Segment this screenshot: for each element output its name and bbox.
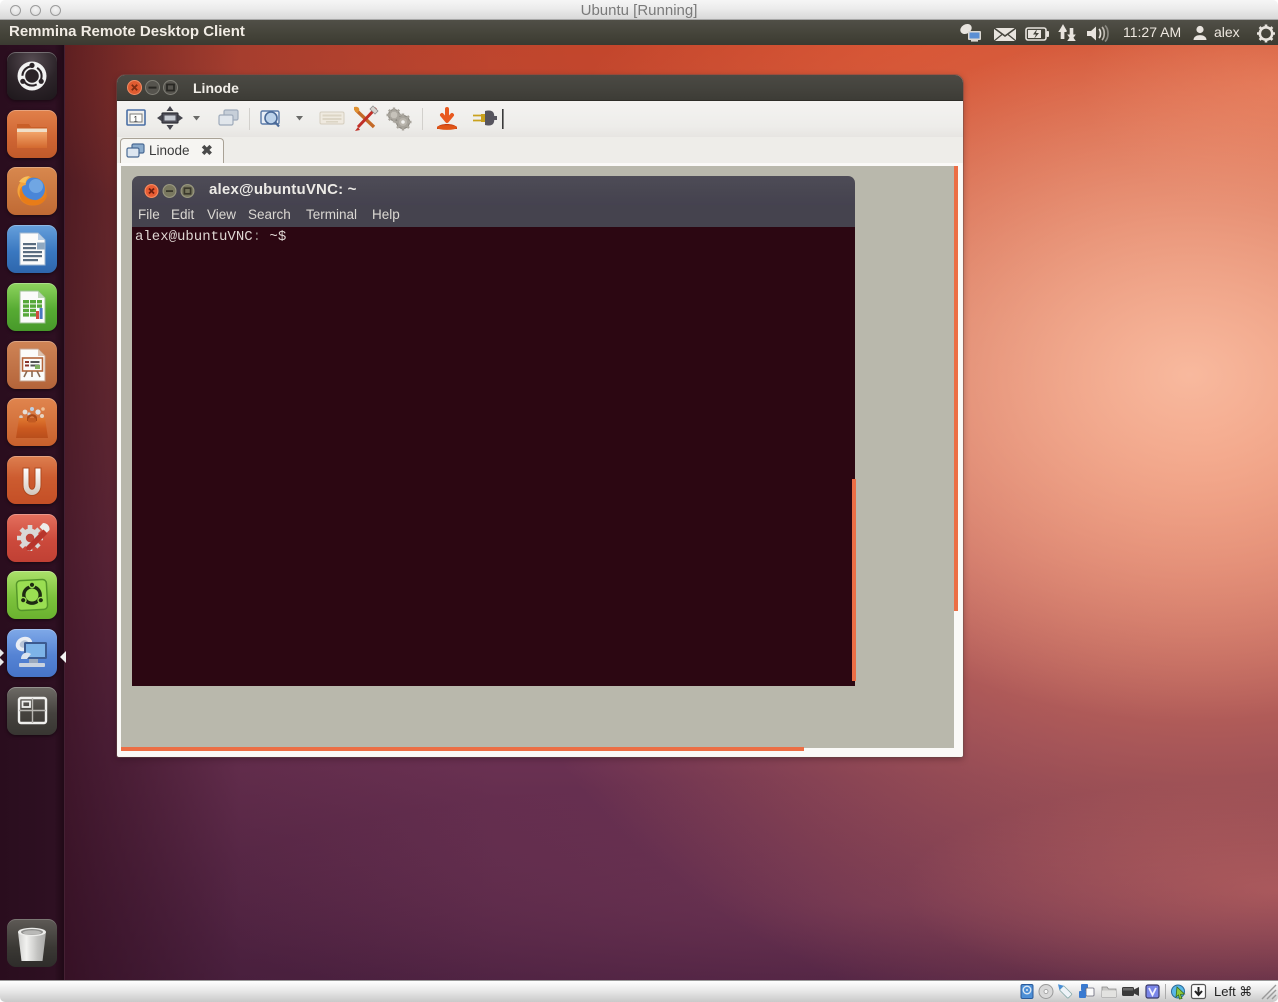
svg-text:1: 1 xyxy=(134,115,139,124)
